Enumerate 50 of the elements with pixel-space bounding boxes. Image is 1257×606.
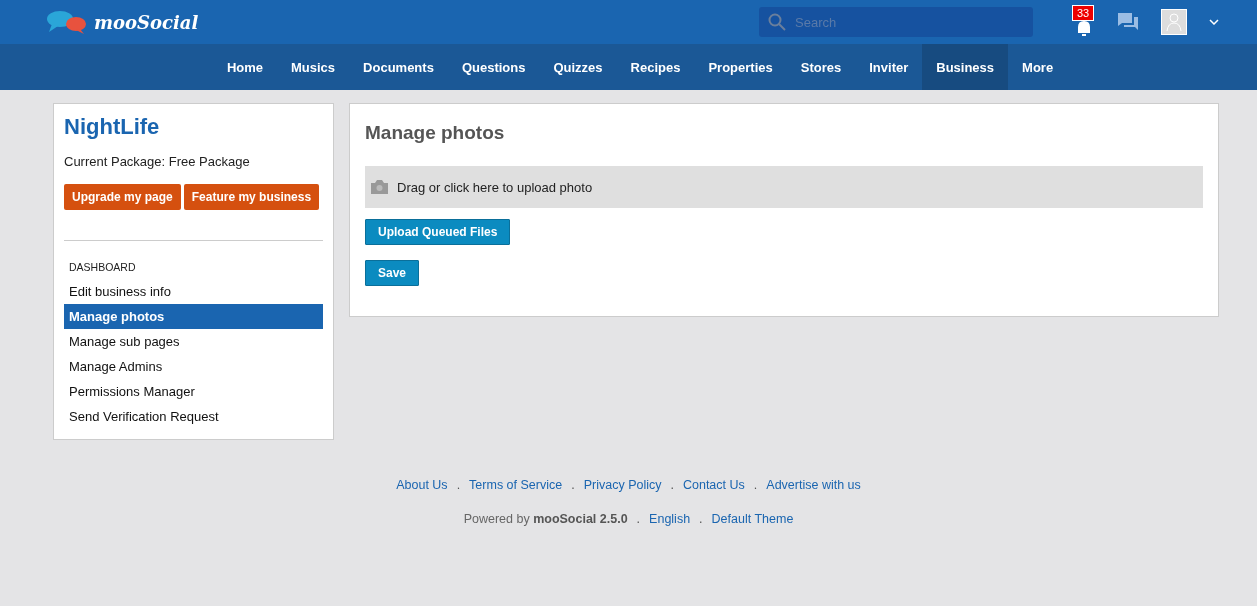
nav-tab[interactable]: Properties — [694, 44, 787, 90]
search-field[interactable]: Search — [759, 7, 1033, 37]
notification-count: 33 — [1072, 5, 1095, 21]
footer-link[interactable]: English — [649, 512, 691, 526]
nav-tab[interactable]: Inviter — [855, 44, 923, 90]
feature-button[interactable]: Feature my business — [183, 184, 320, 210]
nav-tab[interactable]: Stores — [786, 44, 856, 90]
nav-tab[interactable]: Home — [212, 44, 277, 90]
sidebar-item[interactable]: Permissions Manager — [64, 379, 323, 404]
separator: . — [670, 478, 674, 492]
page-title: Manage photos — [365, 122, 506, 144]
separator: . — [636, 512, 641, 526]
nav-tab[interactable]: More — [1008, 44, 1068, 90]
separator: . — [571, 478, 575, 492]
nav-tab[interactable]: Business — [922, 44, 1009, 90]
nav-tab[interactable]: Recipes — [616, 44, 695, 90]
chevron-down-icon[interactable] — [1209, 19, 1219, 25]
business-title: NightLife — [64, 114, 161, 140]
footer-link[interactable]: Advertise with us — [766, 478, 861, 492]
sidebar-item[interactable]: Manage sub pages — [64, 329, 323, 354]
sidebar-item[interactable]: Edit business info — [64, 279, 323, 304]
dropzone-text: Drag or click here to upload photo — [397, 179, 593, 195]
footer-link[interactable]: About Us — [396, 478, 448, 492]
sidebar-item[interactable]: Send Verification Request — [64, 404, 323, 429]
site-logo[interactable]: mooSocial — [94, 11, 199, 33]
camera-icon — [371, 180, 388, 194]
chat-icon[interactable] — [1117, 12, 1139, 32]
separator: . — [753, 478, 758, 492]
user-silhouette-icon — [1166, 12, 1182, 32]
package-label: Current Package: Free Package — [64, 154, 251, 169]
footer-link[interactable]: Default Theme — [711, 512, 794, 526]
footer-link[interactable]: Contact Us — [682, 478, 745, 492]
upload-button[interactable]: Upload Queued Files — [365, 219, 511, 245]
powered-by-text: Powered by mooSocial 2.5.0 — [463, 512, 628, 526]
save-button[interactable]: Save — [365, 260, 420, 286]
nav-tab[interactable]: Documents — [349, 44, 448, 90]
upload-dropzone[interactable]: Drag or click here to upload photo — [365, 166, 1203, 208]
separator: . — [699, 512, 703, 526]
separator: . — [456, 478, 461, 492]
nav-tab[interactable]: Quizzes — [539, 44, 617, 90]
nav-tab[interactable]: Musics — [277, 44, 350, 90]
sidebar-item[interactable]: Manage Admins — [64, 354, 323, 379]
bell-icon[interactable] — [1075, 19, 1093, 37]
footer-link[interactable]: Terms of Service — [469, 478, 563, 492]
search-icon — [768, 13, 786, 31]
footer-link[interactable]: Privacy Policy — [583, 478, 662, 492]
section-heading: DASHBOARD — [68, 261, 137, 273]
nav-tab[interactable]: Questions — [447, 44, 540, 90]
sidebar-item[interactable]: Manage photos — [64, 304, 323, 329]
upgrade-button[interactable]: Upgrade my page — [64, 184, 181, 210]
